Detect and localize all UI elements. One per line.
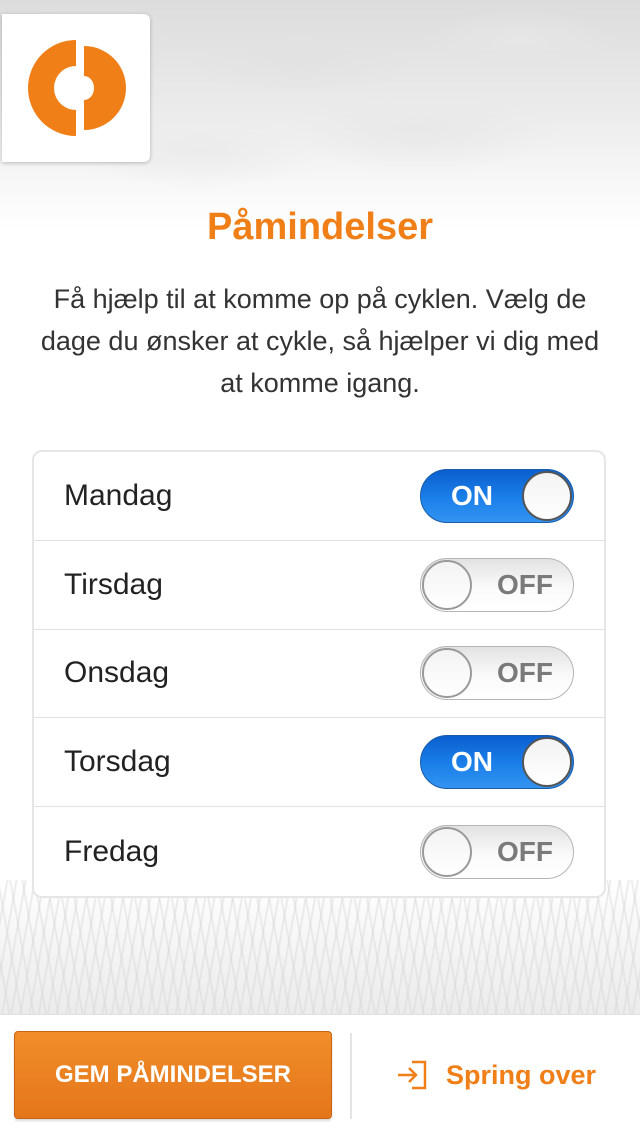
intro-text: Få hjælp til at komme op på cyklen. Vælg… <box>40 284 600 398</box>
day-label: Tirsdag <box>64 567 163 601</box>
toggle-switch-torsdag[interactable]: ON <box>420 735 574 790</box>
toggle-state-text: ON <box>451 746 493 778</box>
list-item-onsdag: Onsdag OFF <box>34 630 604 719</box>
day-label: Fredag <box>64 834 160 868</box>
list-item-mandag: Mandag ON <box>34 452 604 541</box>
toggle-knob <box>522 737 572 788</box>
page-title: Påmindelser <box>207 206 433 248</box>
app-logo <box>2 14 150 162</box>
skip-button[interactable]: Spring over <box>352 1031 640 1119</box>
toggle-state-text: ON <box>451 479 493 511</box>
toggle-knob <box>422 826 472 877</box>
sign-in-arrow-icon <box>397 1060 427 1090</box>
bottom-bar: GEM PÅMINDELSER Spring over <box>0 1014 640 1136</box>
toggle-knob <box>522 470 572 521</box>
day-label: Torsdag <box>64 745 171 779</box>
toggle-state-text: OFF <box>497 835 553 867</box>
toggle-state-text: OFF <box>497 657 553 689</box>
toggle-switch-onsdag[interactable]: OFF <box>420 646 574 701</box>
toggle-state-text: OFF <box>497 568 553 600</box>
list-item-torsdag: Torsdag ON <box>34 718 604 808</box>
day-label: Onsdag <box>64 656 170 690</box>
grass-background <box>0 880 640 1020</box>
toggle-knob <box>422 648 472 699</box>
toggle-switch-mandag[interactable]: ON <box>420 468 574 523</box>
save-reminders-button[interactable]: GEM PÅMINDELSER <box>14 1031 332 1119</box>
list-item-fredag: Fredag OFF <box>34 807 604 896</box>
toggle-switch-fredag[interactable]: OFF <box>420 824 574 879</box>
list-item-tirsdag: Tirsdag OFF <box>34 541 604 630</box>
toggle-knob <box>422 559 472 610</box>
day-label: Mandag <box>64 478 173 512</box>
skip-label: Spring over <box>445 1059 597 1090</box>
app-logo-icon <box>28 40 126 136</box>
weekday-list: Mandag ON Tirsdag OFF Onsdag OFF Torsdag… <box>32 450 606 898</box>
toggle-switch-tirsdag[interactable]: OFF <box>420 557 574 612</box>
